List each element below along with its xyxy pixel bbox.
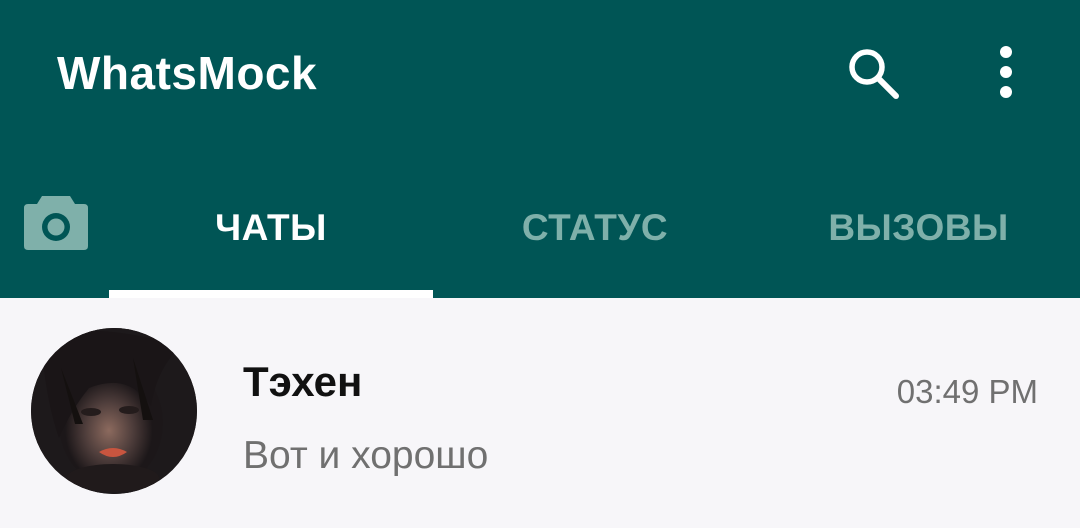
tab-status[interactable]: СТАТУС [433, 198, 757, 298]
camera-icon [24, 196, 88, 250]
search-icon [849, 49, 899, 99]
active-tab-indicator [109, 290, 433, 298]
tab-camera[interactable] [22, 190, 90, 254]
tab-chats-label: ЧАТЫ [215, 207, 327, 248]
contact-name: Тэхен [243, 358, 363, 405]
tab-chats[interactable]: ЧАТЫ [109, 198, 433, 298]
last-message-preview: Вот и хорошо [243, 434, 489, 477]
tab-status-label: СТАТУС [521, 207, 669, 248]
search-button[interactable] [842, 42, 904, 104]
avatar-photo [31, 328, 197, 494]
message-time: 03:49 PM [896, 373, 1038, 410]
chat-list-item[interactable]: Тэхен 03:49 PM Вот и хорошо [0, 298, 1080, 528]
contact-avatar[interactable] [31, 328, 197, 494]
more-options-button[interactable] [986, 42, 1026, 104]
app-bar: WhatsMock ЧАТЫ СТАТУС ВЫЗОВЫ [0, 0, 1080, 298]
more-vert-icon [1000, 46, 1012, 98]
tab-calls[interactable]: ВЫЗОВЫ [757, 198, 1080, 298]
app-title: WhatsMock [57, 47, 318, 99]
tab-calls-label: ВЫЗОВЫ [828, 207, 1009, 248]
